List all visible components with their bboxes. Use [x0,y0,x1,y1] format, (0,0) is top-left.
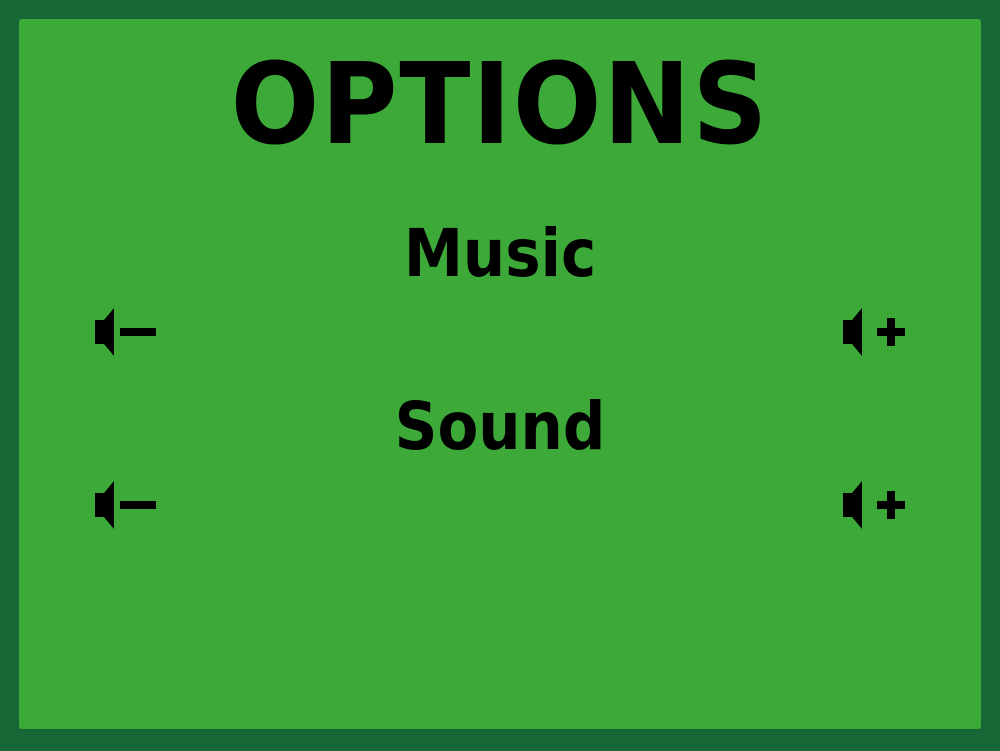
speaker-minus-icon [95,308,156,356]
options-title: OPTIONS [230,40,770,170]
speaker-plus-icon [843,308,905,356]
sound-volume-down-button[interactable] [92,475,162,535]
music-volume-up-button[interactable] [840,302,910,362]
speaker-minus-icon [95,481,156,529]
sound-volume-up-button[interactable] [840,475,910,535]
speaker-plus-icon [843,481,905,529]
music-label: Music [403,215,597,292]
options-screen-frame: OPTIONS Music Sound [0,0,1000,751]
sound-label: Sound [394,388,606,465]
music-volume-down-button[interactable] [92,302,162,362]
